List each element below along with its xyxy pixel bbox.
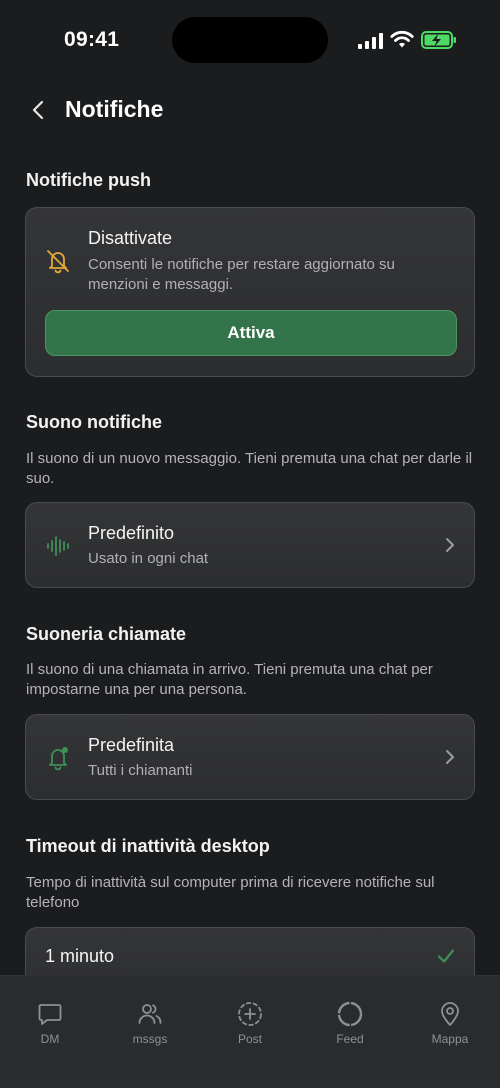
tab-feed[interactable]: Feed <box>310 1000 390 1046</box>
activate-button[interactable]: Attiva <box>45 310 457 356</box>
tab-bar: DM mssgs Post Feed Mappa <box>0 975 500 1088</box>
ringtone-description: Il suono di una chiamata in arrivo. Tien… <box>26 661 433 698</box>
checkmark-icon <box>437 949 455 963</box>
tab-label: Mappa <box>431 1032 469 1046</box>
bell-off-icon <box>47 250 69 274</box>
tab-label: DM <box>40 1032 60 1046</box>
timeout-option-label: 1 minuto <box>45 946 115 966</box>
timeout-description: Tempo di inattività sul computer prima d… <box>26 874 435 911</box>
timeout-section-title: Timeout di inattività desktop <box>26 836 270 856</box>
plus-circle-icon <box>238 1002 262 1026</box>
people-icon <box>138 1004 162 1024</box>
status-bar: 09:41 <box>0 0 500 80</box>
sound-wave-icon <box>47 536 69 556</box>
map-pin-icon <box>441 1002 459 1026</box>
ringtone-item-subtitle: Tutti i chiamanti <box>88 762 193 779</box>
tab-dm[interactable]: DM <box>10 1000 90 1046</box>
status-time: 09:41 <box>64 28 120 51</box>
chat-bubble-icon <box>38 1004 62 1025</box>
push-card: Disattivate Consenti le notifiche per re… <box>25 207 475 377</box>
notification-sound-row[interactable]: Predefinito Usato in ogni chat <box>25 502 475 588</box>
push-section-title: Notifiche push <box>26 170 151 190</box>
push-state-description: Consenti le notifiche per restare aggior… <box>88 256 395 293</box>
bell-ring-icon <box>49 747 68 771</box>
dynamic-island <box>172 17 328 63</box>
call-ringtone-row[interactable]: Predefinita Tutti i chiamanti <box>25 714 475 800</box>
ringtone-item-title: Predefinita <box>88 735 175 755</box>
sound-item-subtitle: Usato in ogni chat <box>88 550 209 567</box>
back-chevron-icon[interactable] <box>28 98 48 122</box>
ringtone-section-title: Suoneria chiamate <box>26 624 187 644</box>
circle-icon <box>337 1001 363 1027</box>
chevron-right-icon <box>446 538 454 552</box>
tab-mssgs[interactable]: mssgs <box>110 1000 190 1046</box>
sound-section-title: Suono notifiche <box>26 412 162 432</box>
sound-description: Il suono di un nuovo messaggio. Tieni pr… <box>26 450 473 487</box>
tab-label: Feed <box>336 1032 364 1046</box>
page-title: Notifiche <box>65 96 164 122</box>
chevron-right-icon <box>446 750 454 764</box>
cellular-signal-icon <box>358 33 383 49</box>
battery-charging-icon <box>421 31 456 49</box>
tab-mappa[interactable]: Mappa <box>410 1000 490 1046</box>
tab-label: mssgs <box>132 1032 168 1046</box>
tab-label: Post <box>237 1032 262 1046</box>
wifi-icon <box>390 30 414 48</box>
tab-post[interactable]: Post <box>210 1000 290 1046</box>
push-state-title: Disattivate <box>88 228 173 248</box>
nav-header: Notifiche <box>0 88 500 132</box>
sound-item-title: Predefinito <box>88 523 175 543</box>
